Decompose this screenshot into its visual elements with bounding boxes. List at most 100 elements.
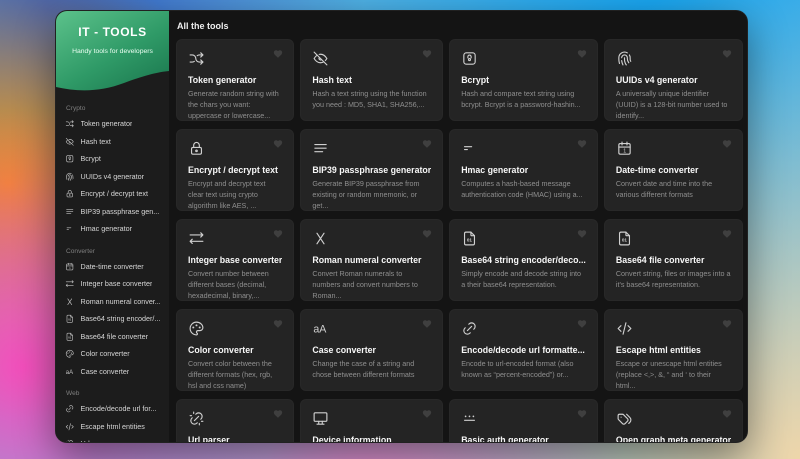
sidebar-item[interactable]: Roman numeral conver... [65, 293, 160, 311]
sidebar-item[interactable]: Hash text [65, 133, 160, 151]
tool-card[interactable]: 1 Date-time converter Convert date and t… [603, 129, 744, 211]
favorite-heart-icon[interactable] [577, 409, 587, 419]
sidebar-item[interactable]: Hmac generator [65, 220, 160, 238]
tool-card[interactable]: aA Case converter Change the case of a s… [300, 309, 444, 391]
tool-card-description: Convert number between different bases (… [188, 269, 269, 300]
tool-card-description: Convert color between the different form… [188, 359, 273, 390]
tool-card[interactable]: Integer base converter Convert number be… [176, 219, 295, 301]
tool-card-title: Encrypt / decrypt text [188, 165, 278, 175]
tool-card[interactable]: 01 Base64 string encoder/deco... Simply … [449, 219, 598, 301]
favorite-heart-icon[interactable] [577, 139, 587, 149]
sidebar-item[interactable]: 01 Base64 file converter [65, 328, 160, 346]
tool-card[interactable]: Hmac generator Computes a hash-based mes… [449, 129, 598, 211]
favorite-heart-icon[interactable] [273, 139, 283, 149]
tool-card[interactable]: Bcrypt Hash and compare text string usin… [449, 39, 598, 121]
favorite-heart-icon[interactable] [422, 229, 432, 239]
tags-icon [617, 413, 632, 425]
tool-card-title: BIP39 passphrase generator [312, 165, 432, 175]
tool-card-description: Generate BIP39 passphrase from existing … [312, 179, 420, 210]
favorite-heart-icon[interactable] [722, 49, 732, 59]
sidebar-item[interactable]: Integer base converter [65, 275, 160, 293]
svg-text:01: 01 [467, 238, 473, 243]
tool-card[interactable]: Url parser Parse an url string to get al… [176, 399, 295, 442]
tool-card[interactable]: Basic auth generator Generate a base64 b… [449, 399, 598, 442]
lock-icon [66, 190, 73, 198]
lock-square-icon [66, 155, 74, 163]
sidebar-item[interactable]: Url parser [65, 435, 160, 442]
sidebar-item-label: Token generator [80, 119, 133, 129]
favorite-heart-icon[interactable] [422, 409, 432, 419]
link-icon [66, 405, 74, 413]
sidebar-item[interactable]: 01 Base64 string encoder/... [65, 310, 160, 328]
favorite-heart-icon[interactable] [577, 49, 587, 59]
sidebar-item[interactable]: UUIDs v4 generator [65, 168, 160, 186]
tool-card[interactable]: Token generator Generate random string w… [176, 39, 295, 121]
sidebar-item[interactable]: Escape html entities [65, 418, 160, 436]
tool-card[interactable]: Device information Get information about… [300, 399, 444, 442]
link-icon [463, 322, 476, 335]
tool-card-title: Integer base converter [188, 255, 283, 265]
sidebar-item[interactable]: Color converter [65, 345, 160, 363]
tool-card[interactable]: Encode/decode url formatte... Encode to … [449, 309, 598, 391]
lock-icon [190, 141, 203, 155]
favorite-heart-icon[interactable] [273, 409, 283, 419]
sidebar-item-label: Bcrypt [80, 154, 101, 164]
sidebar-section-label: Converter [66, 247, 95, 255]
sidebar-nav: Crypto Token generator Hash text Bcrypt … [56, 91, 169, 442]
tool-card[interactable]: Open graph meta generator Generate open-… [603, 399, 744, 442]
favorite-heart-icon[interactable] [577, 319, 587, 329]
tool-card[interactable]: Roman numeral converter Convert Roman nu… [300, 219, 444, 301]
tool-card[interactable]: Escape html entities Escape or unescape … [603, 309, 744, 391]
sidebar-item[interactable]: 1 Date-time converter [65, 258, 160, 276]
tool-card-description: Encode to url-encoded format (also known… [461, 359, 574, 379]
tool-card-description: Computes a hash-based message authentica… [461, 179, 583, 199]
favorite-heart-icon[interactable] [722, 319, 732, 329]
sidebar-item[interactable]: BIP39 passphrase gen... [65, 203, 160, 221]
tool-card-description: Convert Roman numerals to numbers and co… [312, 269, 418, 300]
page-title: All the tools [177, 21, 229, 31]
letter-case-icon: aA [66, 369, 73, 375]
sidebar-item-label: Roman numeral conver... [80, 296, 161, 306]
sidebar-item-label: BIP39 passphrase gen... [80, 206, 160, 216]
tool-card-title: Roman numeral converter [312, 255, 422, 265]
tool-card[interactable]: Encrypt / decrypt text Encrypt and decry… [176, 129, 295, 211]
sidebar-item[interactable]: aA Case converter [65, 363, 160, 381]
sidebar-item[interactable]: Bcrypt [65, 150, 160, 168]
tool-card[interactable]: Color converter Convert color between th… [176, 309, 295, 391]
favorite-heart-icon[interactable] [722, 229, 732, 239]
favorite-heart-icon[interactable] [722, 409, 732, 419]
sidebar-item-label: Case converter [80, 366, 130, 376]
favorite-heart-icon[interactable] [422, 319, 432, 329]
app-logo[interactable]: IT - TOOLS Handy tools for developers [56, 11, 169, 92]
tool-card[interactable]: Hash text Hash a text string using the f… [300, 39, 444, 121]
shuffle-icon [189, 52, 204, 65]
favorite-heart-icon[interactable] [722, 139, 732, 149]
tool-card-title: Base64 string encoder/deco... [461, 255, 586, 265]
sidebar-item-label: UUIDs v4 generator [80, 171, 145, 181]
letter-case-icon: aA [314, 323, 328, 335]
sidebar-item[interactable]: Encrypt / decrypt text [65, 185, 160, 203]
favorite-heart-icon[interactable] [577, 229, 587, 239]
tool-card[interactable]: 01 Base64 file converter Convert string,… [603, 219, 744, 301]
tool-card[interactable]: BIP39 passphrase generator Generate BIP3… [300, 129, 444, 211]
code-icon [617, 322, 632, 335]
svg-text:aA: aA [66, 369, 73, 375]
sidebar-item-label: Integer base converter [80, 279, 153, 289]
sidebar-item-label: Hmac generator [80, 224, 133, 234]
favorite-heart-icon[interactable] [273, 49, 283, 59]
favorite-heart-icon[interactable] [422, 139, 432, 149]
sidebar-item[interactable]: Token generator [65, 115, 160, 133]
sidebar-item-label: Date-time converter [80, 261, 144, 271]
palette-icon [189, 321, 204, 336]
sidebar-section-label: Crypto [66, 105, 86, 112]
tool-card-description: Hash a text string using the function yo… [312, 89, 427, 109]
sidebar-item[interactable]: Encode/decode url for... [65, 400, 160, 418]
tool-card-title: Encode/decode url formatte... [461, 345, 585, 355]
tool-card[interactable]: UUIDs v4 generator A universally unique … [603, 39, 744, 121]
favorite-heart-icon[interactable] [273, 319, 283, 329]
tool-card-title: Color converter [188, 345, 254, 355]
favorite-heart-icon[interactable] [273, 229, 283, 239]
svg-text:01: 01 [622, 238, 628, 243]
favorite-heart-icon[interactable] [422, 49, 432, 59]
eye-off-icon [65, 137, 74, 146]
